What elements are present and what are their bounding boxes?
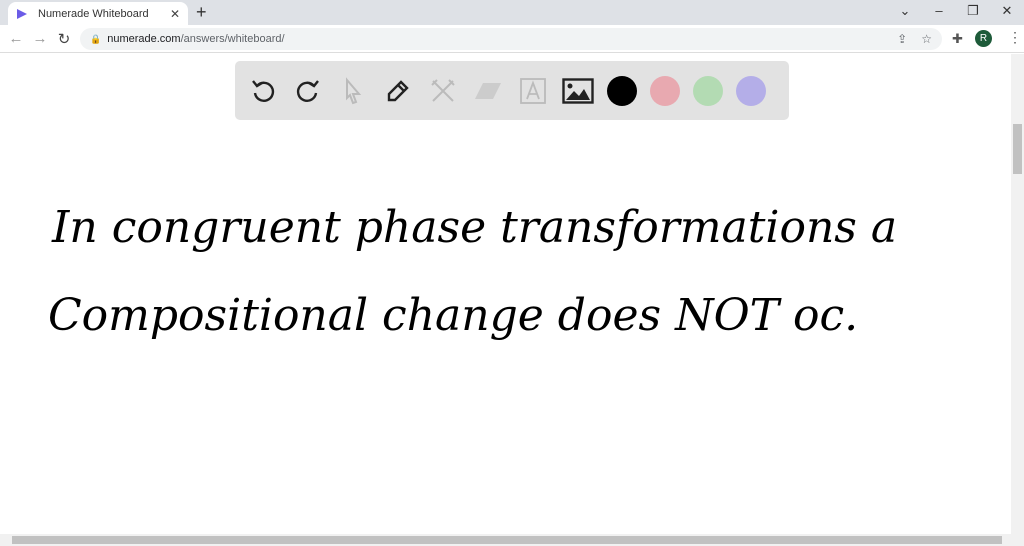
eraser-icon[interactable] xyxy=(472,75,504,107)
redo-icon[interactable] xyxy=(292,75,324,107)
text-icon[interactable] xyxy=(517,75,549,107)
forward-icon[interactable]: → xyxy=(28,30,52,47)
select-icon[interactable] xyxy=(337,75,369,107)
close-tab-icon[interactable]: ✕ xyxy=(170,7,180,21)
menu-icon[interactable]: ⋮ xyxy=(1008,29,1022,46)
color-pink-swatch[interactable] xyxy=(650,75,680,106)
tab-search-icon[interactable]: ⌄ xyxy=(888,0,922,22)
back-icon[interactable]: ← xyxy=(4,30,28,47)
minimize-icon[interactable]: – xyxy=(922,0,956,22)
address-bar-row: ← → ↻ 🔒 numerade.com/answers/whiteboard/… xyxy=(0,25,1024,53)
tab-bar: Numerade Whiteboard ✕ + ⌄ – ❐ ✕ xyxy=(0,0,1024,25)
url-input[interactable]: 🔒 numerade.com/answers/whiteboard/ ⇪ ☆ xyxy=(80,28,942,50)
color-purple-swatch[interactable] xyxy=(736,75,766,106)
image-icon[interactable] xyxy=(562,75,594,107)
share-icon[interactable]: ⇪ xyxy=(897,32,907,46)
restore-icon[interactable]: ❐ xyxy=(956,0,990,22)
close-window-icon[interactable]: ✕ xyxy=(990,0,1024,22)
browser-tab[interactable]: Numerade Whiteboard ✕ xyxy=(8,2,188,25)
vertical-scroll-thumb[interactable] xyxy=(1013,124,1022,174)
bookmark-star-icon[interactable]: ☆ xyxy=(921,32,932,46)
handwriting-line-2: Compositional change does NOT oc. xyxy=(48,290,858,341)
whiteboard-canvas[interactable]: In congruent phase transformations a Com… xyxy=(0,54,1011,534)
undo-icon[interactable] xyxy=(247,75,279,107)
new-tab-button[interactable]: + xyxy=(196,2,207,23)
pen-icon[interactable] xyxy=(382,75,414,107)
color-black-swatch[interactable] xyxy=(607,75,637,106)
profile-avatar[interactable]: R xyxy=(975,30,992,47)
lock-icon: 🔒 xyxy=(90,33,102,44)
vertical-scrollbar[interactable] xyxy=(1011,54,1024,534)
reload-icon[interactable]: ↻ xyxy=(52,30,76,48)
color-green-swatch[interactable] xyxy=(693,75,723,106)
handwriting-line-1: In congruent phase transformations a xyxy=(51,202,897,253)
extensions-icon[interactable]: ✚ xyxy=(952,31,963,47)
horizontal-scroll-thumb[interactable] xyxy=(12,536,1002,544)
tools-icon[interactable] xyxy=(427,75,459,107)
horizontal-scrollbar[interactable] xyxy=(0,534,1024,546)
tab-title: Numerade Whiteboard xyxy=(38,7,149,20)
numerade-logo-icon xyxy=(17,8,27,19)
whiteboard-toolbar xyxy=(235,61,789,120)
